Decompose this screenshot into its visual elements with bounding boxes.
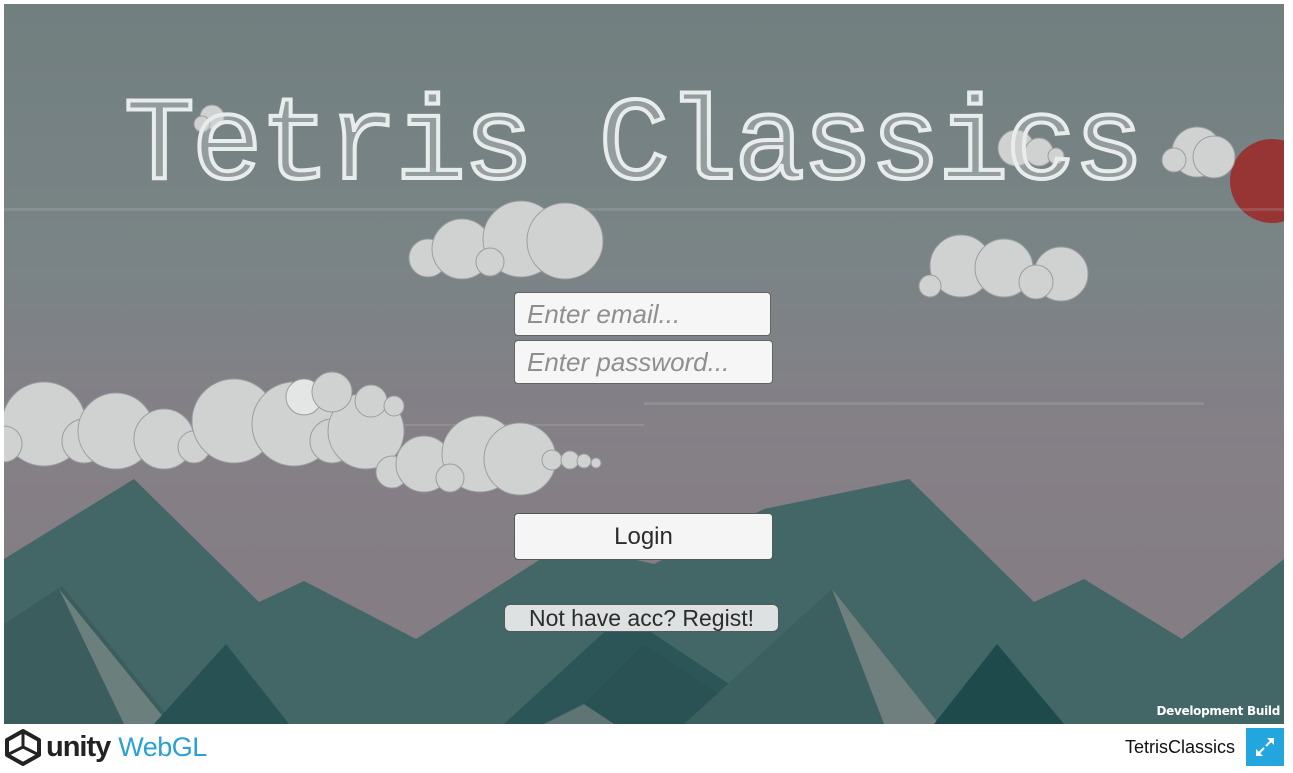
- game-title: Tetris Classics: [122, 81, 1146, 214]
- password-input[interactable]: [514, 340, 773, 384]
- cloud: [4, 371, 405, 470]
- fullscreen-icon: [1256, 738, 1274, 756]
- webgl-label: WebGL: [118, 731, 207, 762]
- email-input[interactable]: [514, 292, 771, 336]
- unity-logo-icon: [5, 729, 41, 766]
- unity-webgl-logo: unity WebGL: [4, 727, 207, 767]
- fullscreen-button[interactable]: [1246, 728, 1284, 766]
- unity-label: unity: [46, 730, 111, 763]
- webgl-footer: unity WebGL TetrisClassics: [0, 724, 1293, 773]
- login-button[interactable]: Login: [514, 513, 773, 560]
- cloud: [375, 415, 602, 496]
- development-build-label: Development Build: [1156, 704, 1280, 718]
- game-name-label: TetrisClassics: [1124, 737, 1235, 757]
- game-canvas[interactable]: Tetris Classics Login Not have acc? Regi…: [4, 4, 1284, 724]
- cloud: [918, 234, 1089, 302]
- register-button[interactable]: Not have acc? Regist!: [504, 604, 779, 632]
